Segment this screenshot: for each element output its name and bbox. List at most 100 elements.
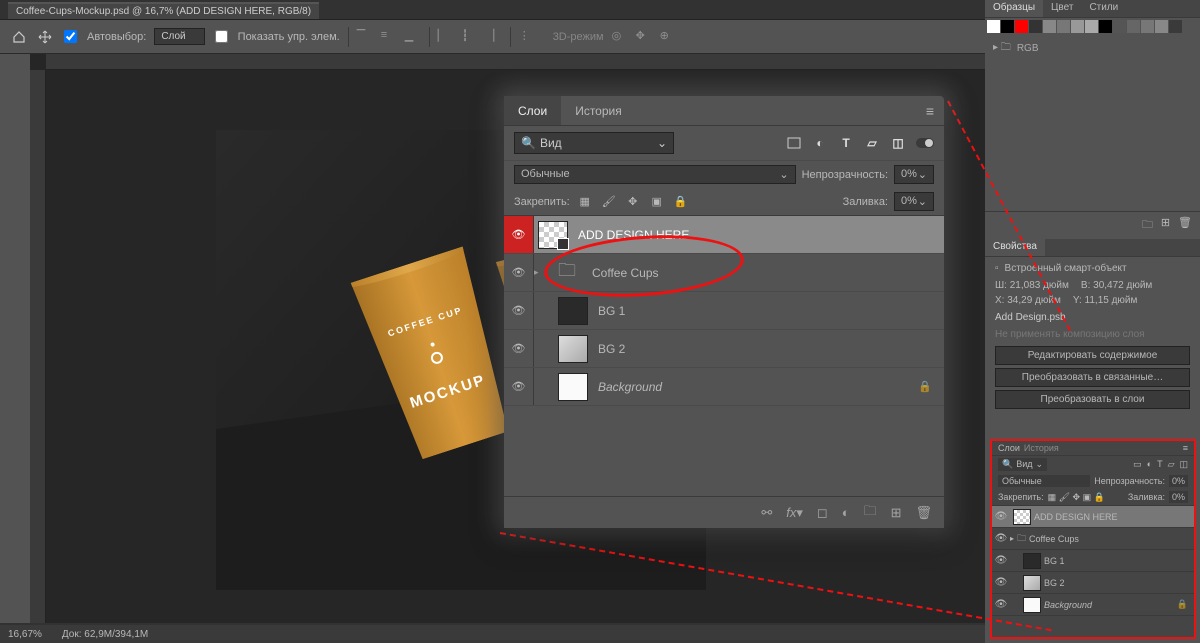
- visibility-toggle[interactable]: 👁: [504, 330, 534, 367]
- layer-bg1[interactable]: 👁 BG 1: [504, 292, 944, 330]
- convert-linked-button[interactable]: Преобразовать в связанные…: [995, 368, 1190, 387]
- filter-type-icon[interactable]: T: [838, 136, 854, 150]
- show-controls-checkbox[interactable]: [215, 30, 228, 43]
- new-group-icon[interactable]: 🗀: [864, 502, 877, 524]
- convert-layers-button[interactable]: Преобразовать в слои: [995, 390, 1190, 409]
- filter-pixel-icon[interactable]: [786, 136, 802, 150]
- swatch[interactable]: [1071, 20, 1084, 33]
- layer-thumbnail[interactable]: [538, 221, 568, 249]
- folder-expand-icon[interactable]: ▸: [534, 267, 548, 278]
- layer-thumbnail[interactable]: [558, 297, 588, 325]
- mini-opacity[interactable]: 0%: [1169, 475, 1188, 487]
- lock-transparency-icon[interactable]: ▦: [576, 194, 594, 210]
- mini-layer-background[interactable]: 👁 Background 🔒: [992, 594, 1194, 616]
- layer-thumbnail[interactable]: [558, 373, 588, 401]
- y-value[interactable]: 11,15 дюйм: [1085, 295, 1138, 306]
- filter-adjustment-icon[interactable]: ◐: [1147, 459, 1152, 470]
- lock-all-icon[interactable]: 🔒: [672, 194, 690, 210]
- edit-contents-button[interactable]: Редактировать содержимое: [995, 346, 1190, 365]
- mini-layer-bg1[interactable]: 👁 BG 1: [992, 550, 1194, 572]
- mini-layer-bg2[interactable]: 👁 BG 2: [992, 572, 1194, 594]
- ruler-vertical[interactable]: [30, 70, 46, 623]
- panel-menu-icon[interactable]: ≡: [1183, 443, 1188, 453]
- filter-toggle[interactable]: [916, 138, 934, 148]
- 3d-orbit-icon[interactable]: ◎: [612, 29, 628, 45]
- swatch[interactable]: [1127, 20, 1140, 33]
- new-swatch-icon[interactable]: ⊞: [1161, 216, 1170, 235]
- auto-select-checkbox[interactable]: [64, 30, 77, 43]
- layer-bg2[interactable]: 👁 BG 2: [504, 330, 944, 368]
- filter-smart-icon[interactable]: ◫: [1179, 459, 1188, 470]
- visibility-toggle[interactable]: 👁: [504, 292, 534, 329]
- tab-color[interactable]: Цвет: [1043, 0, 1081, 17]
- distribute-icon[interactable]: ⋮: [519, 29, 535, 45]
- tab-styles[interactable]: Стили: [1081, 0, 1126, 17]
- height-value[interactable]: 30,472 дюйм: [1093, 280, 1152, 291]
- filter-type-icon[interactable]: T: [1157, 459, 1163, 470]
- opacity-input[interactable]: 0%⌄: [894, 165, 934, 184]
- filter-pixel-icon[interactable]: ▭: [1133, 459, 1142, 470]
- 3d-pan-icon[interactable]: ✥: [636, 29, 652, 45]
- lock-position-icon[interactable]: ✥: [624, 194, 642, 210]
- layer-coffee-cups-folder[interactable]: 👁 ▸ 🗀 Coffee Cups: [504, 254, 944, 292]
- tab-properties[interactable]: Свойства: [985, 239, 1045, 256]
- adjustment-layer-icon[interactable]: ◐: [842, 505, 850, 520]
- align-bottom-icon[interactable]: ▁: [405, 29, 421, 45]
- tab-history[interactable]: История: [561, 96, 636, 125]
- swatch[interactable]: [1169, 20, 1182, 33]
- align-hcenter-icon[interactable]: ┇: [462, 29, 478, 45]
- visibility-toggle[interactable]: 👁: [504, 368, 534, 405]
- mini-filter-dd[interactable]: 🔍 Вид ⌄: [998, 458, 1047, 471]
- filter-shape-icon[interactable]: ▱: [864, 136, 880, 150]
- layer-add-design-here[interactable]: 👁 ADD DESIGN HERE: [504, 216, 944, 254]
- new-folder-icon[interactable]: 🗀: [1142, 216, 1153, 235]
- mini-layer-coffee-cups[interactable]: 👁▸🗀 Coffee Cups: [992, 528, 1194, 550]
- align-left-icon[interactable]: ▏: [438, 29, 454, 45]
- auto-select-dropdown[interactable]: Слой: [154, 28, 204, 45]
- swatch[interactable]: [1155, 20, 1168, 33]
- visibility-toggle[interactable]: 👁: [504, 216, 534, 253]
- lock-artboard-icon[interactable]: ▣: [648, 194, 666, 210]
- swatch[interactable]: [1141, 20, 1154, 33]
- swatch[interactable]: [1099, 20, 1112, 33]
- layer-background[interactable]: 👁 Background 🔒: [504, 368, 944, 406]
- link-layers-icon[interactable]: ⚯: [761, 505, 772, 521]
- align-vcenter-icon[interactable]: ≡: [381, 29, 397, 45]
- width-value[interactable]: 21,083 дюйм: [1010, 280, 1069, 291]
- ruler-horizontal[interactable]: [46, 54, 985, 70]
- move-tool-icon[interactable]: [36, 28, 54, 46]
- mini-tab-history[interactable]: История: [1024, 443, 1059, 453]
- align-right-icon[interactable]: ▕: [486, 29, 502, 45]
- filter-shape-icon[interactable]: ▱: [1168, 459, 1175, 470]
- mini-blend-dd[interactable]: Обычные: [998, 475, 1090, 487]
- layer-filter-dropdown[interactable]: 🔍 Вид ⌄: [514, 132, 674, 154]
- home-icon[interactable]: [10, 28, 28, 46]
- mini-tab-layers[interactable]: Слои: [998, 443, 1020, 453]
- swatch[interactable]: [1113, 20, 1126, 33]
- swatch-group-rgb[interactable]: ▸ 🗀 RGB: [985, 36, 1200, 61]
- 3d-zoom-icon[interactable]: ⊕: [660, 29, 676, 45]
- tab-layers[interactable]: Слои: [504, 96, 561, 125]
- tab-swatches[interactable]: Образцы: [985, 0, 1043, 17]
- layer-thumbnail[interactable]: [558, 335, 588, 363]
- panel-menu-icon[interactable]: ≡: [916, 103, 944, 119]
- swatch[interactable]: [1015, 20, 1028, 33]
- align-top-icon[interactable]: ▔: [357, 29, 373, 45]
- document-tab[interactable]: Coffee-Cups-Mockup.psd @ 16,7% (ADD DESI…: [8, 2, 319, 19]
- layer-fx-icon[interactable]: fx▾: [786, 505, 803, 521]
- lock-pixels-icon[interactable]: 🖌: [600, 194, 618, 210]
- swatch[interactable]: [1043, 20, 1056, 33]
- swatch[interactable]: [987, 20, 1000, 33]
- swatch[interactable]: [1001, 20, 1014, 33]
- mini-layer-add-design[interactable]: 👁 ADD DESIGN HERE: [992, 506, 1194, 528]
- delete-swatch-icon[interactable]: 🗑: [1178, 216, 1192, 235]
- delete-layer-icon[interactable]: 🗑: [915, 505, 932, 521]
- zoom-level[interactable]: 16,67%: [8, 629, 42, 640]
- swatch[interactable]: [1085, 20, 1098, 33]
- swatch[interactable]: [1029, 20, 1042, 33]
- visibility-toggle[interactable]: 👁: [504, 254, 534, 291]
- fill-input[interactable]: 0%⌄: [894, 192, 934, 211]
- blend-mode-dropdown[interactable]: Обычные⌄: [514, 165, 796, 184]
- layer-mask-icon[interactable]: ◻: [817, 505, 828, 521]
- filter-adjustment-icon[interactable]: ◐: [812, 136, 828, 150]
